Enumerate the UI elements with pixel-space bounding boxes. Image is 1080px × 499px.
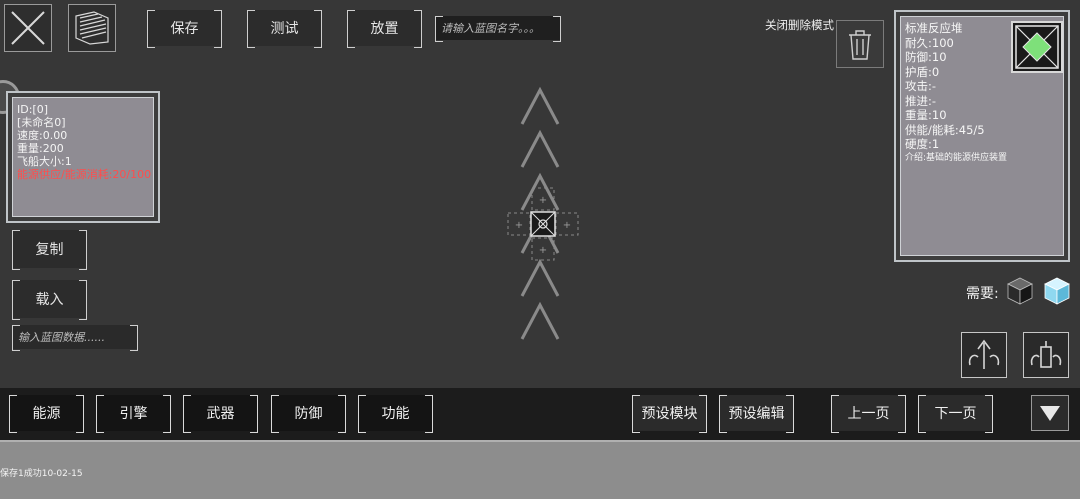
delete-mode-label: 关闭删除模式 [765, 18, 834, 32]
preset-module-button[interactable]: 预设模块 [632, 395, 707, 433]
copy-button[interactable]: 复制 [12, 230, 87, 270]
svg-text:+: + [539, 245, 547, 256]
reactor-preview-icon [1011, 21, 1063, 73]
reactor-core-icon[interactable] [530, 211, 556, 237]
module-power: 供能/能耗:45/5 [905, 122, 985, 137]
rotate-icon [968, 339, 1000, 369]
collapse-button[interactable] [1031, 395, 1069, 431]
ship-energy: 能源供应/能源消耗:20/100 [17, 168, 152, 181]
blueprint-data-field[interactable] [12, 325, 138, 351]
flip-icon [1030, 341, 1062, 368]
load-button[interactable]: 载入 [12, 280, 87, 320]
triangle-down-icon [1040, 406, 1060, 421]
ship-weight: 重量:200 [17, 142, 64, 155]
prev-page-button[interactable]: 上一页 [831, 395, 906, 433]
preset-edit-button[interactable]: 预设编辑 [719, 395, 794, 433]
ship-speed: 速度:0.00 [17, 129, 68, 142]
module-hardness: 硬度:1 [905, 137, 940, 151]
svg-text:+: + [563, 220, 571, 231]
place-button[interactable]: 放置 [347, 10, 422, 48]
module-thrust: 推进:- [905, 93, 937, 108]
category-tab-energy[interactable]: 能源 [9, 395, 84, 433]
metal-cube-icon [1007, 277, 1033, 305]
layers-icon [75, 11, 109, 45]
blueprint-data-input[interactable] [18, 330, 138, 344]
close-icon [11, 11, 45, 45]
ship-info-panel: ID:[0] [未命名0] 速度:0.00 重量:200 飞船大小:1 能源供应… [6, 91, 160, 223]
category-tab-weapon[interactable]: 武器 [183, 395, 258, 433]
test-button[interactable]: 测试 [247, 10, 322, 48]
needs-label: 需要: [966, 286, 999, 302]
layers-button[interactable] [68, 4, 116, 52]
status-text: 保存1成功10-02-15 [0, 469, 83, 479]
save-button[interactable]: 保存 [147, 10, 222, 48]
ship-id: ID:[0] [17, 103, 49, 116]
blueprint-name-input[interactable] [441, 21, 561, 35]
blueprint-name-field[interactable] [435, 16, 561, 42]
module-weight: 重量:10 [905, 108, 947, 122]
ship-size: 飞船大小:1 [17, 155, 72, 168]
status-bar: 保存1成功10-02-15 [0, 440, 1080, 499]
trash-icon [849, 30, 871, 60]
module-info-panel: 标准反应堆 耐久:100 防御:10 护盾:0 攻击:- 推进:- 重量:10 … [894, 10, 1070, 262]
crystal-cube-icon [1044, 277, 1070, 305]
svg-text:+: + [515, 220, 523, 231]
ship-canvas[interactable]: + + + + [500, 80, 590, 360]
category-tab-defense[interactable]: 防御 [271, 395, 346, 433]
ship-name: [未命名0] [17, 116, 66, 129]
flip-button[interactable] [1023, 332, 1069, 378]
trash-button[interactable] [836, 20, 884, 68]
next-page-button[interactable]: 下一页 [918, 395, 993, 433]
category-tab-function[interactable]: 功能 [358, 395, 433, 433]
module-attack: 攻击:- [905, 79, 937, 93]
category-tab-engine[interactable]: 引擎 [96, 395, 171, 433]
svg-text:+: + [539, 195, 547, 206]
module-description: 介绍:基础的能源供应装置 [905, 152, 1008, 163]
rotate-button[interactable] [961, 332, 1007, 378]
close-button[interactable] [4, 4, 52, 52]
